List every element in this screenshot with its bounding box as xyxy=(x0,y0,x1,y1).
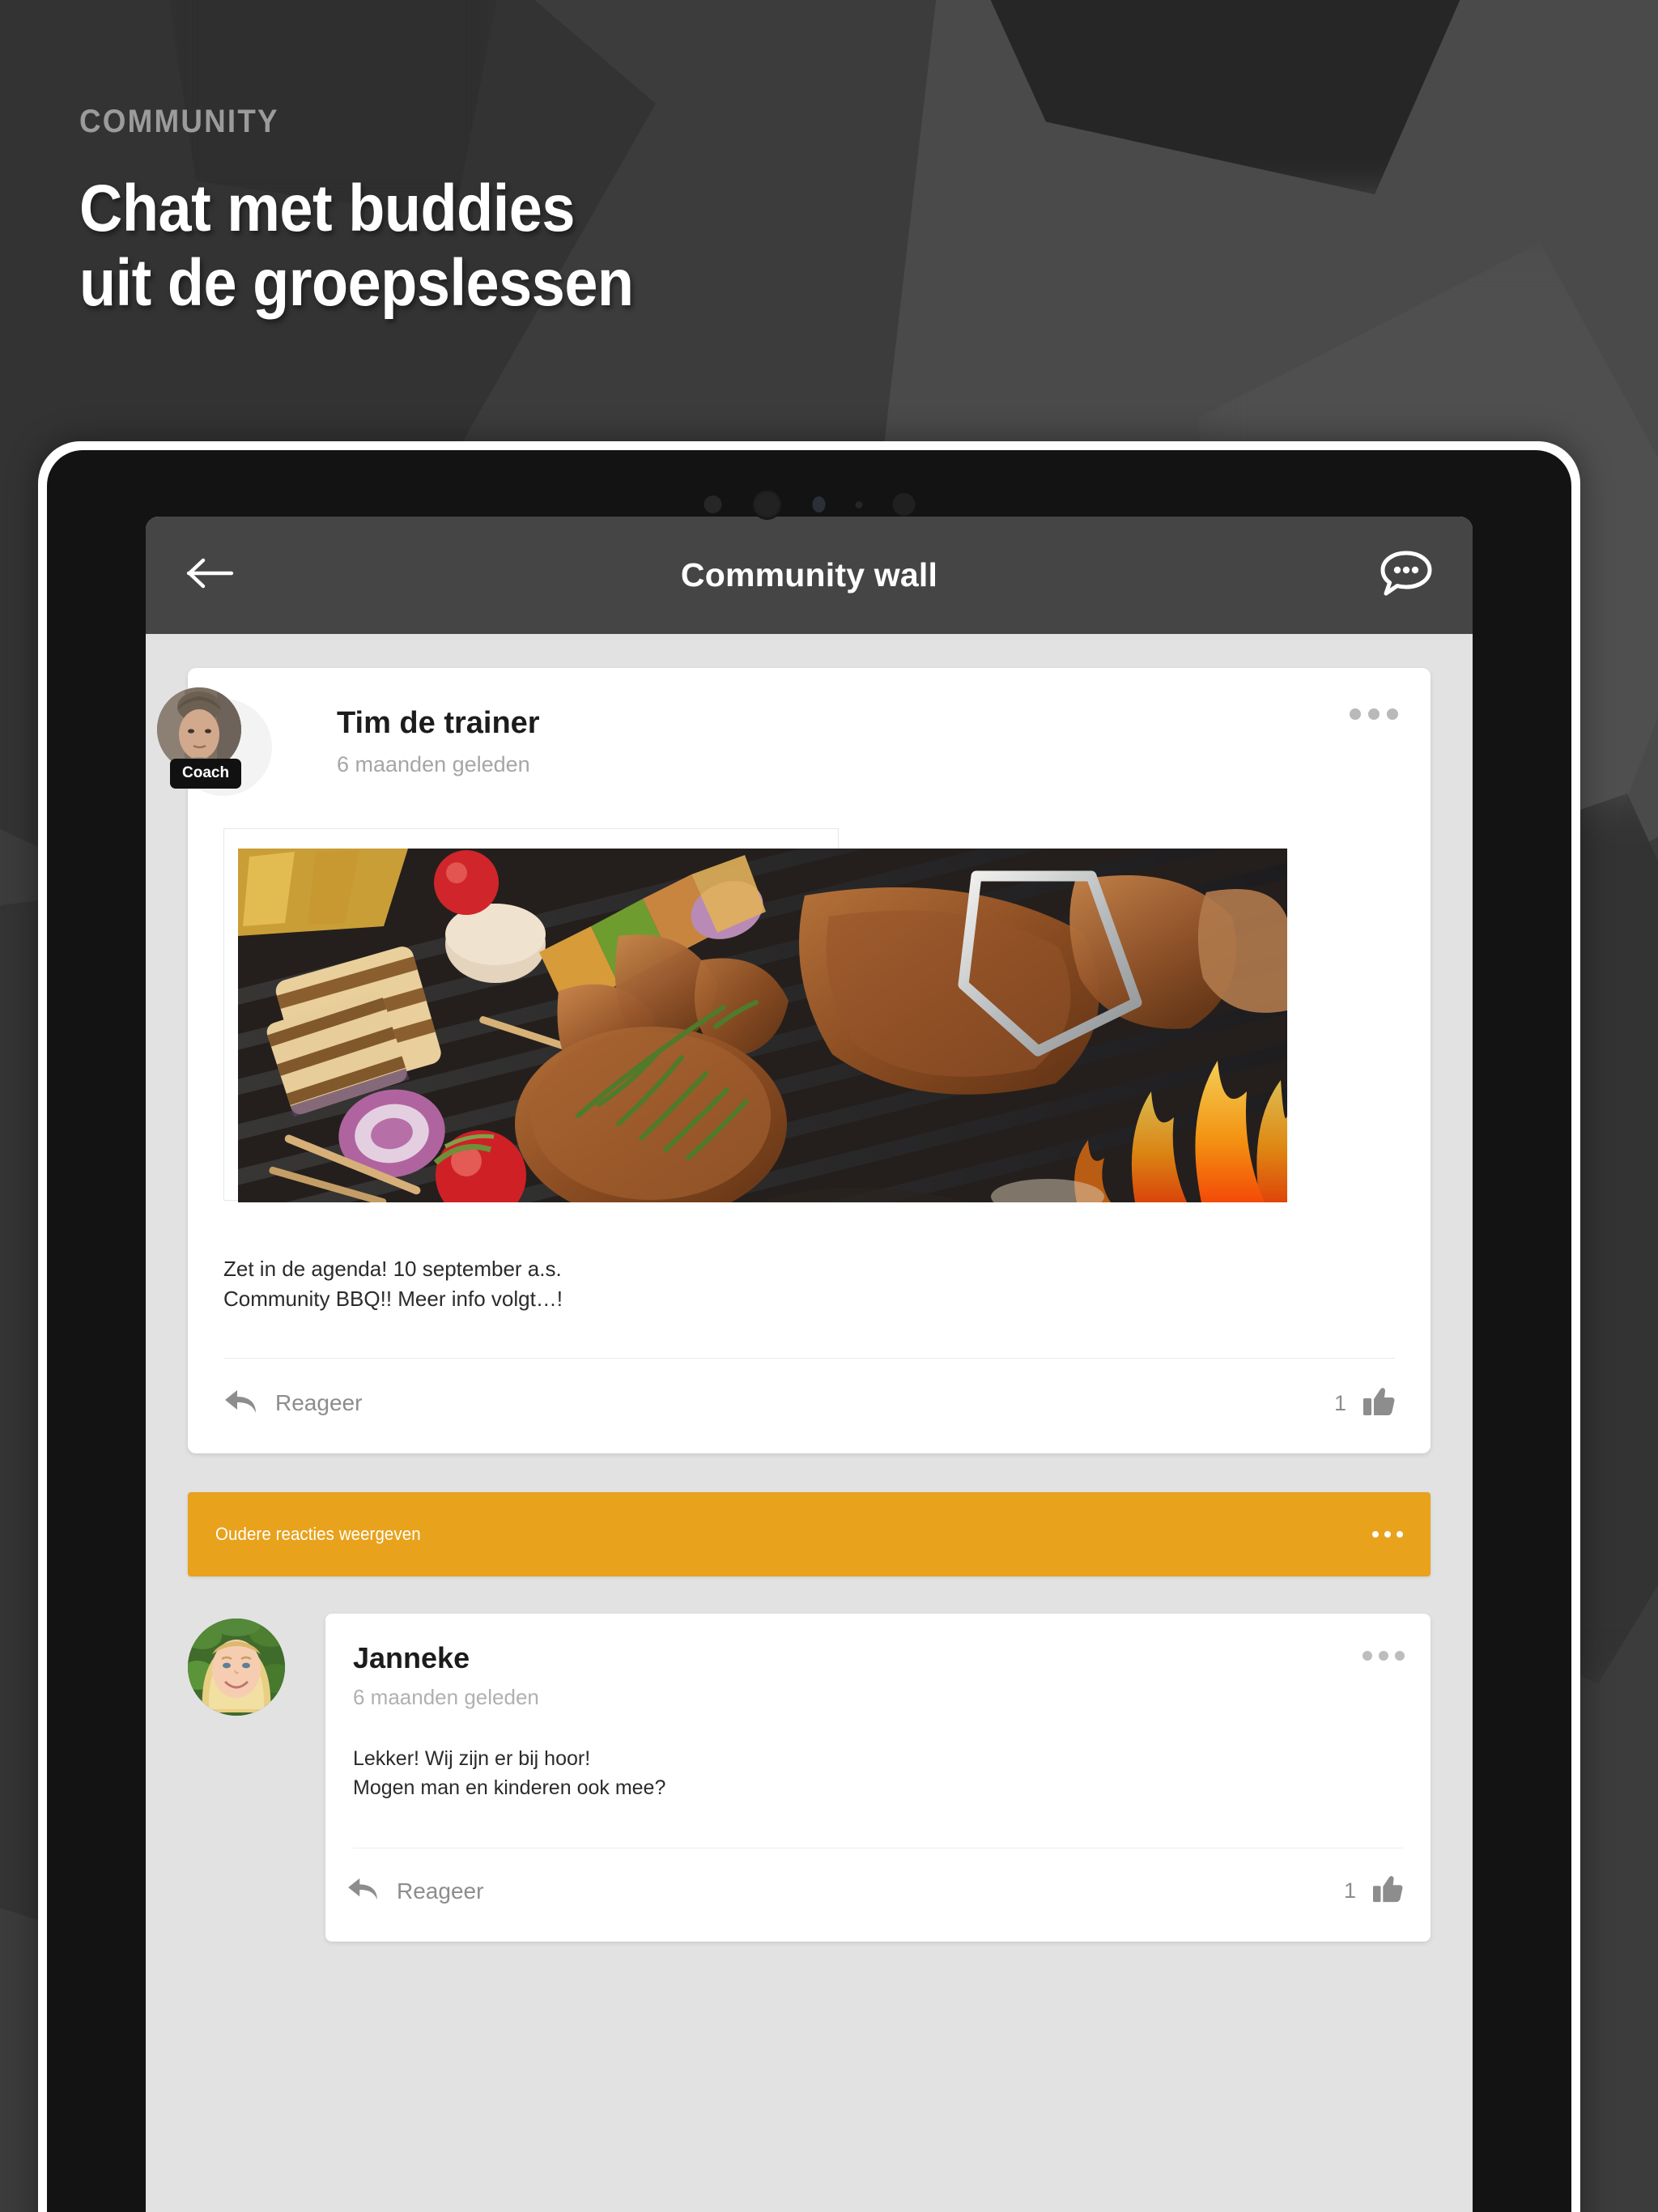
more-options-icon xyxy=(1379,1650,1388,1661)
app-screen: Community wall Coach Tim de trainer 6 ma… xyxy=(146,517,1473,2212)
bbq-grill-photo[interactable] xyxy=(238,849,1287,1202)
more-options-icon xyxy=(1395,1650,1405,1661)
post-author-name: Tim de trainer xyxy=(337,706,540,740)
tablet-sensor-cluster xyxy=(704,489,915,520)
sensor-dot-icon xyxy=(704,496,721,513)
comment-card: Janneke 6 maanden geleden Lekker! Wij zi… xyxy=(325,1613,1431,1942)
post-actions: Reageer 1 xyxy=(188,1359,1431,1453)
comment-actions: Reageer 1 xyxy=(325,1848,1431,1942)
page-title: Community wall xyxy=(680,556,938,593)
hero-eyebrow: COMMUNITY xyxy=(79,104,279,139)
more-options-icon xyxy=(1387,708,1398,720)
post-like-count: 1 xyxy=(1333,1390,1346,1415)
post-text-line-2: Community BBQ!! Meer info volgt…! xyxy=(223,1286,563,1311)
comment-timestamp: 6 maanden geleden xyxy=(353,1684,539,1709)
hero-text-block: COMMUNITY Chat met buddies uit de groeps… xyxy=(79,105,695,321)
comment-reply-label: Reageer xyxy=(397,1878,484,1904)
tablet-bezel: Community wall Coach Tim de trainer 6 ma… xyxy=(47,450,1571,2212)
avatar[interactable] xyxy=(188,1618,285,1716)
page-root: COMMUNITY Chat met buddies uit de groeps… xyxy=(0,0,1658,2212)
thumbs-up-icon xyxy=(1372,1874,1403,1908)
open-chat-button[interactable] xyxy=(1375,545,1437,606)
post-like-button[interactable]: 1 xyxy=(1334,1386,1395,1421)
hero-title-line-1: Chat met buddies xyxy=(79,172,575,245)
more-options-icon xyxy=(1350,708,1361,720)
comment-row: Janneke 6 maanden geleden Lekker! Wij zi… xyxy=(188,1613,1431,1942)
post-options-button[interactable] xyxy=(1350,708,1398,720)
comment-reply-button[interactable]: Reageer xyxy=(346,1876,483,1906)
tablet-device-mockup: Community wall Coach Tim de trainer 6 ma… xyxy=(38,441,1580,2212)
post-card: Coach Tim de trainer 6 maanden geleden Z… xyxy=(157,668,1431,1453)
author-avatar-wrapper[interactable]: Coach xyxy=(157,687,272,796)
community-feed: Coach Tim de trainer 6 maanden geleden Z… xyxy=(146,634,1473,1942)
post-author-block: Tim de trainer 6 maanden geleden xyxy=(337,704,540,777)
more-options-icon xyxy=(1363,1650,1372,1661)
thumbs-up-icon xyxy=(1363,1386,1395,1421)
ambient-light-sensor-icon xyxy=(812,496,825,513)
comment-text-line-2: Mogen man en kinderen ook mee? xyxy=(353,1776,666,1799)
speaker-dot-icon xyxy=(892,493,915,516)
post-text-line-1: Zet in de agenda! 10 september a.s. xyxy=(223,1257,562,1281)
hero-title-line-2: uit de groepslessen xyxy=(79,245,634,320)
comment-options-button[interactable] xyxy=(1363,1650,1405,1661)
post-header: Coach Tim de trainer 6 maanden geleden xyxy=(157,668,1431,796)
app-header-bar: Community wall xyxy=(146,517,1473,634)
post-reply-label: Reageer xyxy=(275,1390,363,1416)
comment-text-line-1: Lekker! Wij zijn er bij hoor! xyxy=(353,1746,591,1770)
comment-body-text: Lekker! Wij zijn er bij hoor! Mogen man … xyxy=(353,1744,1398,1803)
show-older-comments-button[interactable]: Oudere reacties weergeven xyxy=(188,1491,1431,1576)
chat-bubble-dots-icon xyxy=(1378,547,1435,603)
comment-author-name: Janneke xyxy=(353,1640,470,1674)
hero-title: Chat met buddies uit de groepslessen xyxy=(79,172,634,321)
show-older-comments-label: Oudere reacties weergeven xyxy=(215,1523,421,1544)
post-media xyxy=(223,828,1395,1217)
more-options-icon xyxy=(1368,708,1380,720)
front-camera-icon xyxy=(751,489,782,520)
comment-like-button[interactable]: 1 xyxy=(1344,1874,1403,1908)
post-reply-button[interactable]: Reageer xyxy=(223,1388,362,1419)
comment-like-count: 1 xyxy=(1343,1878,1356,1904)
older-comments-options-icon[interactable] xyxy=(1372,1530,1403,1538)
post-body-text: Zet in de agenda! 10 september a.s. Comm… xyxy=(223,1254,1395,1314)
post-timestamp: 6 maanden geleden xyxy=(337,751,530,776)
coach-badge: Coach xyxy=(170,759,242,789)
reply-arrow-icon xyxy=(346,1876,379,1906)
comment-header: Janneke 6 maanden geleden xyxy=(325,1614,1431,1710)
reply-arrow-icon xyxy=(223,1388,257,1419)
proximity-sensor-icon xyxy=(855,500,862,508)
